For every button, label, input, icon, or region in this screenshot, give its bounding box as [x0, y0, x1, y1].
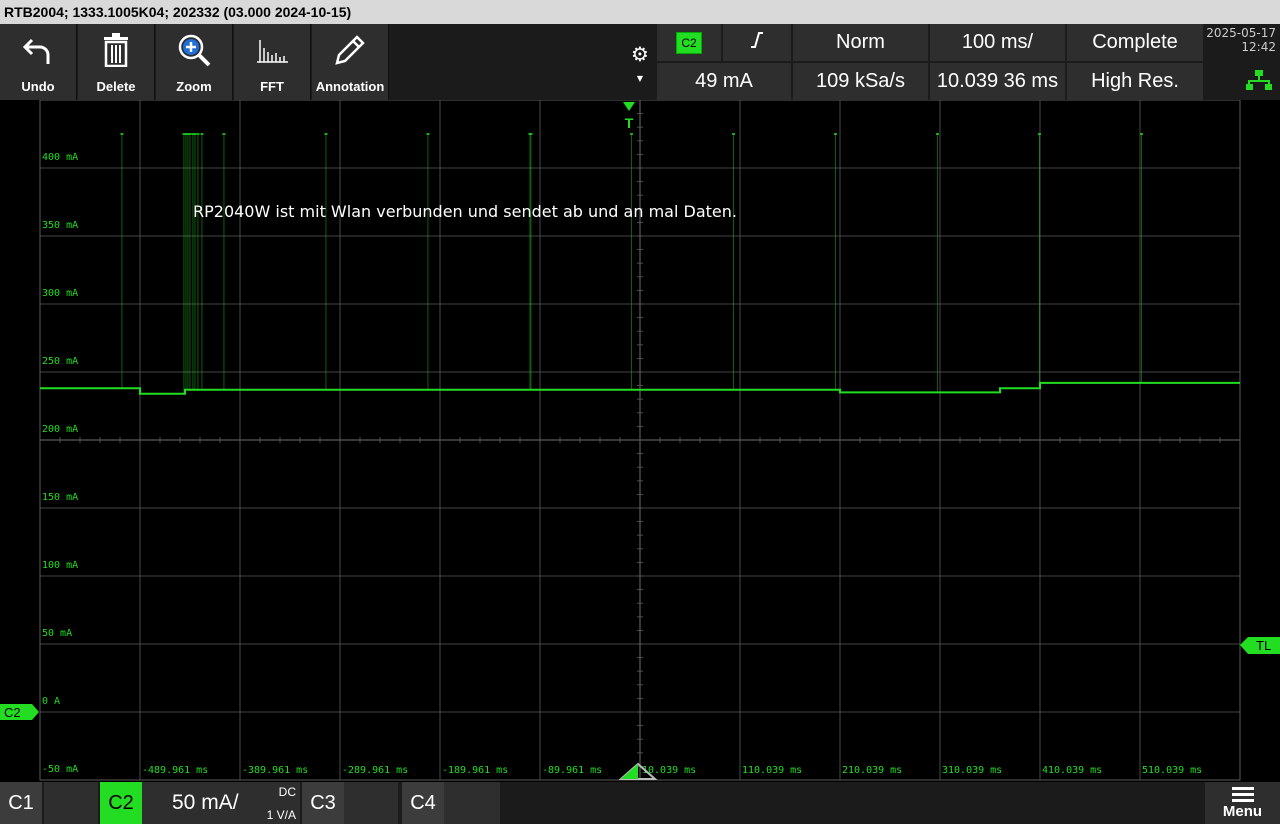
x-tick-label: -89.961 ms: [542, 765, 602, 776]
y-axis-labels: 400 mA 350 mA 300 mA 250 mA 200 mA 150 mA 100 …: [42, 152, 78, 775]
fft-label: FFT: [260, 79, 284, 94]
trigger-marker[interactable]: T: [623, 102, 635, 131]
pencil-icon: [312, 32, 388, 68]
trigger-marker-label: T: [625, 115, 634, 131]
x-tick-label: 310.039 ms: [942, 765, 1002, 776]
y-tick-label: 200 mA: [42, 424, 78, 435]
c2-probe: 1 V/A: [266, 808, 296, 822]
chevron-down-icon: ▼: [636, 73, 644, 83]
channel-c2-button[interactable]: C2: [100, 782, 142, 824]
trigger-source-badge: C2: [676, 31, 702, 54]
trigger-source[interactable]: C2: [657, 24, 721, 61]
trash-icon: [78, 32, 154, 68]
x-tick-label: 110.039 ms: [742, 765, 802, 776]
trigger-mode[interactable]: Norm: [793, 24, 928, 61]
waveform-display[interactable]: 400 mA 350 mA 300 mA 250 mA 200 mA 150 mA 100 …: [0, 100, 1280, 782]
delete-button[interactable]: Delete: [78, 24, 155, 100]
trigger-level[interactable]: 49 mA: [657, 63, 791, 100]
menu-button[interactable]: Menu: [1205, 782, 1280, 824]
annotation-text[interactable]: RP2040W ist mit Wlan verbunden und sende…: [193, 202, 737, 221]
zoom-button[interactable]: Zoom: [156, 24, 233, 100]
c2-scale: 50 mA/: [172, 791, 239, 814]
x-axis-labels: -489.961 ms -389.961 ms -289.961 ms -189.96…: [142, 765, 1202, 776]
network-icon: [1246, 70, 1272, 93]
x-tick-label: 410.039 ms: [1042, 765, 1102, 776]
y-tick-label: 100 mA: [42, 560, 78, 571]
channel-c3-info[interactable]: [344, 782, 398, 824]
c2-coupling: DC: [278, 785, 296, 799]
sample-rate[interactable]: 109 kSa/s: [793, 63, 928, 100]
annotation-button[interactable]: Annotation: [312, 24, 389, 100]
time: 12:42: [1241, 40, 1276, 54]
y-tick-label: -50 mA: [42, 764, 78, 775]
horizontal-position[interactable]: 10.039 36 ms: [930, 63, 1065, 100]
window-title: RTB2004; 1333.1005K04; 202332 (03.000 20…: [0, 0, 1280, 24]
y-tick-label: 150 mA: [42, 492, 78, 503]
fft-icon: [234, 32, 310, 68]
delete-label: Delete: [96, 79, 136, 94]
x-tick-label: -389.961 ms: [242, 765, 308, 776]
toolbar: Undo Delete Zoom FFT Annotation ⚙ ▼ C2 4…: [0, 24, 1280, 100]
channel-c4-button[interactable]: C4: [402, 782, 444, 824]
y-tick-label: 350 mA: [42, 220, 78, 231]
y-tick-label: 250 mA: [42, 356, 78, 367]
x-tick-label: 210.039 ms: [842, 765, 902, 776]
y-tick-label: 400 mA: [42, 152, 78, 163]
y-tick-label: 300 mA: [42, 288, 78, 299]
fft-button[interactable]: FFT: [234, 24, 311, 100]
annotation-label: Annotation: [315, 79, 385, 94]
undo-button[interactable]: Undo: [0, 24, 77, 100]
zoom-icon: [156, 32, 232, 68]
x-tick-label: -189.961 ms: [442, 765, 508, 776]
channel-marker-label: C2: [4, 705, 21, 720]
channel-bar: C1 C2 50 mA/ DC 1 V/A C3 C4 Menu: [0, 782, 1280, 824]
trigger-level-label: TL: [1256, 638, 1271, 653]
x-tick-label: -489.961 ms: [142, 765, 208, 776]
channel-c1-info[interactable]: [44, 782, 98, 824]
channel-c4-info[interactable]: [444, 782, 500, 824]
x-tick-label: 510.039 ms: [1142, 765, 1202, 776]
menu-label: Menu: [1222, 802, 1263, 820]
channel-c3-button[interactable]: C3: [302, 782, 344, 824]
trigger-slope[interactable]: [723, 24, 791, 61]
y-tick-label: 0 A: [42, 696, 60, 707]
x-tick-label: -289.961 ms: [342, 765, 408, 776]
datetime: 2025-05-17 12:42: [1205, 24, 1280, 100]
acquisition-mode[interactable]: High Res.: [1067, 63, 1203, 100]
rising-edge-icon: [749, 31, 765, 55]
timebase[interactable]: 100 ms/: [930, 24, 1065, 61]
channel-c2-info[interactable]: 50 mA/ DC 1 V/A: [142, 782, 300, 824]
acquisition-status[interactable]: Complete: [1067, 24, 1203, 61]
undo-label: Undo: [21, 79, 55, 94]
channel-marker-c2[interactable]: C2: [0, 704, 39, 720]
channel-c1-button[interactable]: C1: [0, 782, 42, 824]
trigger-level-marker[interactable]: TL: [1240, 637, 1280, 654]
undo-icon: [0, 32, 76, 68]
gear-icon: ⚙: [631, 41, 649, 66]
zoom-label: Zoom: [176, 79, 212, 94]
hamburger-icon: [1231, 786, 1254, 802]
settings-button[interactable]: ⚙ ▼: [624, 24, 656, 100]
date: 2025-05-17: [1206, 26, 1276, 40]
y-tick-label: 50 mA: [42, 628, 72, 639]
